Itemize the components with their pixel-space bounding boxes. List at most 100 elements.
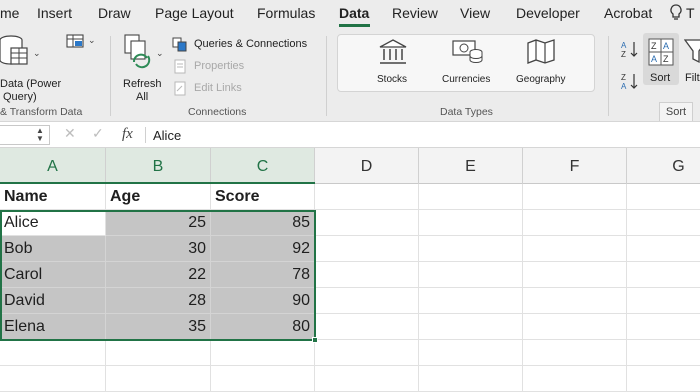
tab-acrobat[interactable]: Acrobat bbox=[604, 5, 652, 21]
cell-empty[interactable] bbox=[211, 366, 315, 392]
fill-handle[interactable] bbox=[312, 337, 318, 343]
cell-empty[interactable] bbox=[523, 288, 627, 314]
cell-b2[interactable]: 25 bbox=[106, 210, 211, 236]
cell-a3[interactable]: Bob bbox=[0, 236, 106, 262]
cell-empty[interactable] bbox=[106, 366, 211, 392]
cell-a2[interactable]: Alice bbox=[0, 210, 106, 236]
cell-empty[interactable] bbox=[523, 210, 627, 236]
properties-button[interactable]: Properties bbox=[172, 59, 252, 75]
cell-b5[interactable]: 28 bbox=[106, 288, 211, 314]
cell-empty[interactable] bbox=[315, 184, 419, 210]
tab-page-layout[interactable]: Page Layout bbox=[155, 5, 234, 21]
cell-empty[interactable] bbox=[523, 366, 627, 392]
get-data-button[interactable]: ⌄ Data (Power Query) bbox=[0, 34, 62, 103]
cell-empty[interactable] bbox=[0, 366, 106, 392]
cell-empty[interactable] bbox=[211, 340, 315, 366]
edit-links-button[interactable]: Edit Links bbox=[172, 81, 252, 97]
cell-empty[interactable] bbox=[419, 236, 523, 262]
cell-a6[interactable]: Elena bbox=[0, 314, 106, 340]
geography-button[interactable]: Geography bbox=[514, 38, 570, 88]
cell-empty[interactable] bbox=[315, 236, 419, 262]
cell-b4[interactable]: 22 bbox=[106, 262, 211, 288]
cell-c3[interactable]: 92 bbox=[211, 236, 315, 262]
cell-c5[interactable]: 90 bbox=[211, 288, 315, 314]
cell-c1[interactable]: Score bbox=[211, 184, 315, 210]
stocks-button[interactable]: Stocks bbox=[370, 38, 416, 88]
cell-empty[interactable] bbox=[627, 262, 700, 288]
cell-empty[interactable] bbox=[523, 262, 627, 288]
cell-empty[interactable] bbox=[523, 184, 627, 210]
cell-empty[interactable] bbox=[106, 340, 211, 366]
column-header-g[interactable]: G bbox=[627, 148, 700, 184]
tab-review[interactable]: Review bbox=[392, 5, 438, 21]
cell-a5[interactable]: David bbox=[0, 288, 106, 314]
cell-empty[interactable] bbox=[419, 288, 523, 314]
cell-a4[interactable]: Carol bbox=[0, 262, 106, 288]
cell-a1[interactable]: Name bbox=[0, 184, 106, 210]
cell-empty[interactable] bbox=[419, 340, 523, 366]
cell-empty[interactable] bbox=[627, 210, 700, 236]
column-header-b[interactable]: B bbox=[106, 148, 211, 184]
cell-empty[interactable] bbox=[315, 288, 419, 314]
name-box-stepper-icon[interactable]: ▲ ▼ bbox=[36, 127, 44, 143]
column-header-e[interactable]: E bbox=[419, 148, 523, 184]
bank-icon bbox=[378, 38, 408, 71]
formula-bar-divider bbox=[145, 127, 146, 143]
cell-empty[interactable] bbox=[627, 314, 700, 340]
cell-empty[interactable] bbox=[419, 262, 523, 288]
tab-home[interactable]: me bbox=[0, 5, 19, 21]
sort-ascending-icon[interactable]: A Z bbox=[620, 40, 640, 63]
column-header-a[interactable]: A bbox=[0, 148, 106, 184]
cell-c4[interactable]: 78 bbox=[211, 262, 315, 288]
tab-view[interactable]: View bbox=[460, 5, 490, 21]
cell-empty[interactable] bbox=[523, 236, 627, 262]
cell-empty[interactable] bbox=[627, 236, 700, 262]
name-box[interactable]: ▲ ▼ bbox=[0, 125, 50, 145]
formula-input[interactable]: Alice bbox=[153, 128, 181, 143]
cell-c2[interactable]: 85 bbox=[211, 210, 315, 236]
refresh-all-button[interactable]: ⌄ Refresh All bbox=[120, 34, 166, 103]
tab-draw[interactable]: Draw bbox=[98, 5, 131, 21]
tab-formulas[interactable]: Formulas bbox=[257, 5, 315, 21]
cell-b1[interactable]: Age bbox=[106, 184, 211, 210]
column-header-f[interactable]: F bbox=[523, 148, 627, 184]
cell-empty[interactable] bbox=[315, 262, 419, 288]
queries-connections-button[interactable]: Queries & Connections bbox=[172, 37, 317, 53]
insert-function-icon[interactable]: fx bbox=[122, 126, 133, 143]
cell-empty[interactable] bbox=[419, 314, 523, 340]
filter-button[interactable]: Filt bbox=[684, 36, 700, 86]
cell-empty[interactable] bbox=[419, 184, 523, 210]
cell-empty[interactable] bbox=[523, 340, 627, 366]
tab-developer[interactable]: Developer bbox=[516, 5, 580, 21]
cell-empty[interactable] bbox=[523, 314, 627, 340]
sort-tooltip: Sort bbox=[659, 102, 693, 122]
currencies-button[interactable]: Currencies bbox=[440, 38, 496, 88]
cell-empty[interactable] bbox=[627, 184, 700, 210]
cell-empty[interactable] bbox=[627, 288, 700, 314]
cell-empty[interactable] bbox=[315, 366, 419, 392]
from-picture-button[interactable]: ⌄ bbox=[66, 34, 98, 54]
worksheet-grid[interactable]: A B C D E F G Name Age Score Alice 25 85… bbox=[0, 148, 700, 392]
cell-empty[interactable] bbox=[419, 366, 523, 392]
cell-empty[interactable] bbox=[419, 210, 523, 236]
sort-descending-icon[interactable]: Z A bbox=[620, 72, 640, 95]
cell-empty[interactable] bbox=[627, 340, 700, 366]
cell-empty[interactable] bbox=[315, 314, 419, 340]
lightbulb-icon[interactable] bbox=[670, 4, 682, 27]
cell-b6[interactable]: 35 bbox=[106, 314, 211, 340]
column-header-d[interactable]: D bbox=[315, 148, 419, 184]
cell-empty[interactable] bbox=[315, 340, 419, 366]
cell-empty[interactable] bbox=[627, 366, 700, 392]
tab-tell-me[interactable]: T bbox=[686, 5, 695, 21]
enter-icon[interactable]: ✓ bbox=[92, 125, 104, 142]
cell-b3[interactable]: 30 bbox=[106, 236, 211, 262]
cancel-icon[interactable]: ✕ bbox=[64, 125, 76, 142]
cell-empty[interactable] bbox=[315, 210, 419, 236]
cell-empty[interactable] bbox=[0, 340, 106, 366]
tab-data[interactable]: Data bbox=[339, 5, 369, 21]
svg-text:Z: Z bbox=[651, 41, 657, 51]
cell-c6[interactable]: 80 bbox=[211, 314, 315, 340]
column-header-c[interactable]: C bbox=[211, 148, 315, 184]
tab-insert[interactable]: Insert bbox=[37, 5, 72, 21]
refresh-label-line2: All bbox=[136, 91, 149, 103]
